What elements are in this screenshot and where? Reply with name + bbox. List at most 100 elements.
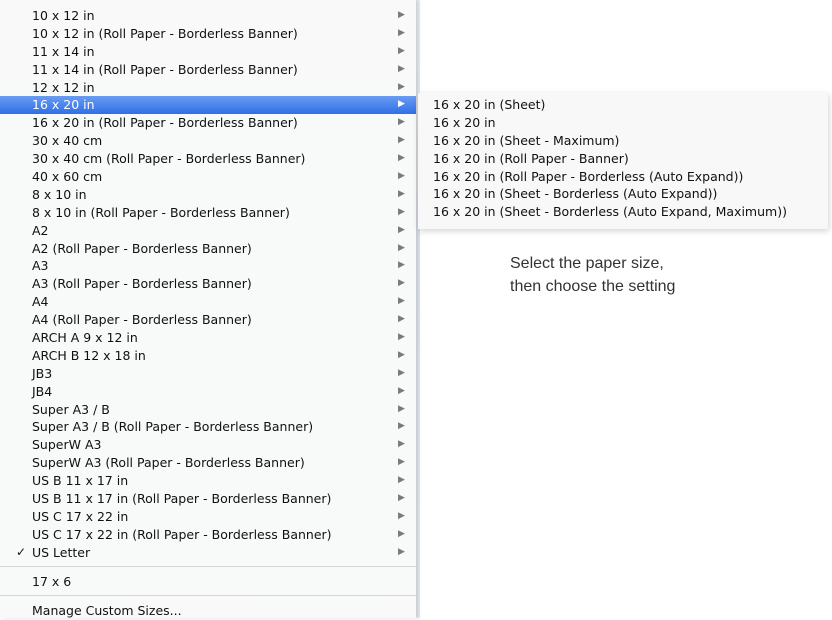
menu-item-8-x-10-in[interactable]: 8 x 10 in ▶ xyxy=(0,186,416,204)
menu-item-30-x-40-cm[interactable]: 30 x 40 cm ▶ xyxy=(0,132,416,150)
submenu-arrow-icon: ▶ xyxy=(398,188,405,199)
submenu-item-16-x-20-in[interactable]: 16 x 20 in xyxy=(418,114,828,132)
menu-separator xyxy=(0,594,416,596)
menu-item-label: 10 x 12 in (Roll Paper - Borderless Bann… xyxy=(32,25,298,41)
menu-item-a4[interactable]: A4 ▶ xyxy=(0,293,416,311)
instruction-caption: Select the paper size, then choose the s… xyxy=(510,252,675,298)
submenu-arrow-icon: ▶ xyxy=(398,457,405,468)
menu-item-a3-roll-paper-borderless-banner[interactable]: A3 (Roll Paper - Borderless Banner) ▶ xyxy=(0,275,416,293)
menu-item-label: 16 x 20 in xyxy=(32,97,95,113)
menu-item-jb4[interactable]: JB4 ▶ xyxy=(0,383,416,401)
submenu-arrow-icon: ▶ xyxy=(398,296,405,307)
menu-item-label: A2 xyxy=(32,222,49,238)
menu-item-us-letter[interactable]: ✓ US Letter ▶ xyxy=(0,544,416,562)
submenu-arrow-icon: ▶ xyxy=(398,206,405,217)
menu-item-arch-b-12-x-18-in[interactable]: ARCH B 12 x 18 in ▶ xyxy=(0,347,416,365)
paper-setting-submenu: 16 x 20 in (Sheet) 16 x 20 in 16 x 20 in (… xyxy=(418,93,828,229)
menu-item-label: Manage Custom Sizes... xyxy=(32,602,182,618)
paper-setting-list: 16 x 20 in (Sheet) 16 x 20 in 16 x 20 in (… xyxy=(418,93,828,221)
menu-item-label: 12 x 12 in xyxy=(32,79,95,95)
menu-item-super-a3-b[interactable]: Super A3 / B ▶ xyxy=(0,401,416,419)
paper-size-list: 10 x 12 in ▶ 10 x 12 in (Roll Paper - Bord… xyxy=(0,7,416,620)
menu-item-superw-a3-roll-paper-borderless-banner[interactable]: SuperW A3 (Roll Paper - Borderless Banne… xyxy=(0,454,416,472)
menu-item-us-c-17-x-22-in[interactable]: US C 17 x 22 in ▶ xyxy=(0,508,416,526)
submenu-item-16-x-20-in-sheet-maximum[interactable]: 16 x 20 in (Sheet - Maximum) xyxy=(418,132,828,150)
submenu-arrow-icon: ▶ xyxy=(398,367,405,378)
menu-item-label: A4 xyxy=(32,294,49,310)
menu-item-label: A3 (Roll Paper - Borderless Banner) xyxy=(32,276,252,292)
menu-item-super-a3-b-roll-paper-borderless-banner[interactable]: Super A3 / B (Roll Paper - Borderless Ba… xyxy=(0,418,416,436)
menu-item-label: US C 17 x 22 in (Roll Paper - Borderless… xyxy=(32,526,332,542)
submenu-arrow-icon: ▶ xyxy=(398,314,405,325)
menu-item-label: SuperW A3 (Roll Paper - Borderless Banne… xyxy=(32,455,305,471)
menu-item-superw-a3[interactable]: SuperW A3 ▶ xyxy=(0,436,416,454)
menu-item-a2[interactable]: A2 ▶ xyxy=(0,222,416,240)
submenu-arrow-icon: ▶ xyxy=(398,135,405,146)
menu-item-label: SuperW A3 xyxy=(32,437,102,453)
menu-item-17-x-6[interactable]: 17 x 6 xyxy=(0,572,416,591)
submenu-arrow-icon: ▶ xyxy=(398,10,405,20)
menu-item-10-x-12-in[interactable]: 10 x 12 in ▶ xyxy=(0,7,416,25)
menu-item-jb3[interactable]: JB3 ▶ xyxy=(0,365,416,383)
submenu-arrow-icon: ▶ xyxy=(398,99,405,110)
caption-line-2: then choose the setting xyxy=(510,278,676,295)
submenu-arrow-icon: ▶ xyxy=(398,332,405,343)
menu-item-label: 11 x 14 in xyxy=(32,43,95,59)
submenu-arrow-icon: ▶ xyxy=(398,278,405,289)
submenu-arrow-icon: ▶ xyxy=(398,546,405,557)
menu-item-label: 40 x 60 cm xyxy=(32,169,103,185)
submenu-arrow-icon: ▶ xyxy=(398,439,405,450)
checkmark-icon: ✓ xyxy=(16,544,27,559)
menu-item-11-x-14-in-roll-paper-borderless-banner[interactable]: 11 x 14 in (Roll Paper - Borderless Bann… xyxy=(0,61,416,79)
menu-item-label: ARCH A 9 x 12 in xyxy=(32,330,138,346)
menu-item-label: US B 11 x 17 in xyxy=(32,473,129,489)
menu-item-16-x-20-in[interactable]: 16 x 20 in ▶ xyxy=(0,96,416,115)
menu-item-10-x-12-in-roll-paper-borderless-banner[interactable]: 10 x 12 in (Roll Paper - Borderless Bann… xyxy=(0,25,416,43)
submenu-item-16-x-20-in-sheet-borderless-auto-expand-maximum[interactable]: 16 x 20 in (Sheet - Borderless (Auto Exp… xyxy=(418,203,828,221)
submenu-arrow-icon: ▶ xyxy=(398,224,405,235)
menu-item-label: 10 x 12 in xyxy=(32,8,95,23)
menu-item-12-x-12-in[interactable]: 12 x 12 in ▶ xyxy=(0,79,416,97)
paper-size-menu: 10 x 12 in ▶ 10 x 12 in (Roll Paper - Bord… xyxy=(0,0,416,618)
menu-item-30-x-40-cm-roll-paper-borderless-banner[interactable]: 30 x 40 cm (Roll Paper - Borderless Bann… xyxy=(0,150,416,168)
menu-item-label: 8 x 10 in (Roll Paper - Borderless Banne… xyxy=(32,204,290,220)
submenu-arrow-icon: ▶ xyxy=(398,45,405,56)
submenu-item-16-x-20-in-roll-paper-banner[interactable]: 16 x 20 in (Roll Paper - Banner) xyxy=(418,150,828,168)
menu-item-label: 17 x 6 xyxy=(32,573,72,589)
menu-item-8-x-10-in-roll-paper-borderless-banner[interactable]: 8 x 10 in (Roll Paper - Borderless Banne… xyxy=(0,204,416,222)
menu-item-manage-custom-sizes[interactable]: Manage Custom Sizes... xyxy=(0,601,416,620)
menu-item-40-x-60-cm[interactable]: 40 x 60 cm ▶ xyxy=(0,168,416,186)
submenu-arrow-icon: ▶ xyxy=(398,510,405,521)
menu-item-us-b-11-x-17-in[interactable]: US B 11 x 17 in ▶ xyxy=(0,472,416,490)
submenu-arrow-icon: ▶ xyxy=(398,242,405,253)
submenu-item-16-x-20-in-sheet[interactable]: 16 x 20 in (Sheet) xyxy=(418,96,828,114)
menu-item-label: Super A3 / B (Roll Paper - Borderless Ba… xyxy=(32,419,314,435)
menu-item-a2-roll-paper-borderless-banner[interactable]: A2 (Roll Paper - Borderless Banner) ▶ xyxy=(0,240,416,258)
menu-item-label: 16 x 20 in (Roll Paper - Borderless Bann… xyxy=(32,115,298,131)
submenu-item-16-x-20-in-roll-paper-borderless-auto-expand[interactable]: 16 x 20 in (Roll Paper - Borderless (Aut… xyxy=(418,168,828,186)
menu-item-label: A2 (Roll Paper - Borderless Banner) xyxy=(32,240,252,256)
menu-item-label: A4 (Roll Paper - Borderless Banner) xyxy=(32,312,252,328)
menu-item-arch-a-9-x-12-in[interactable]: ARCH A 9 x 12 in ▶ xyxy=(0,329,416,347)
menu-item-16-x-20-in-roll-paper-borderless-banner[interactable]: 16 x 20 in (Roll Paper - Borderless Bann… xyxy=(0,114,416,132)
submenu-arrow-icon: ▶ xyxy=(398,528,405,539)
menu-item-a4-roll-paper-borderless-banner[interactable]: A4 (Roll Paper - Borderless Banner) ▶ xyxy=(0,311,416,329)
menu-item-label: US C 17 x 22 in xyxy=(32,508,129,524)
submenu-arrow-icon: ▶ xyxy=(398,475,405,486)
menu-item-us-c-17-x-22-in-roll-paper-borderless-banner[interactable]: US C 17 x 22 in (Roll Paper - Borderless… xyxy=(0,526,416,544)
menu-item-label: 30 x 40 cm xyxy=(32,133,103,149)
submenu-arrow-icon: ▶ xyxy=(398,171,405,182)
submenu-arrow-icon: ▶ xyxy=(398,421,405,432)
submenu-item-16-x-20-in-sheet-borderless-auto-expand[interactable]: 16 x 20 in (Sheet - Borderless (Auto Exp… xyxy=(418,185,828,203)
submenu-arrow-icon: ▶ xyxy=(398,153,405,164)
menu-item-label: ARCH B 12 x 18 in xyxy=(32,347,146,363)
caption-line-1: Select the paper size, xyxy=(510,255,664,272)
menu-item-a3[interactable]: A3 ▶ xyxy=(0,257,416,275)
submenu-arrow-icon: ▶ xyxy=(398,63,405,74)
menu-item-us-b-11-x-17-in-roll-paper-borderless-banner[interactable]: US B 11 x 17 in (Roll Paper - Borderless… xyxy=(0,490,416,508)
menu-item-label: US Letter xyxy=(32,544,91,560)
menu-item-11-x-14-in[interactable]: 11 x 14 in ▶ xyxy=(0,43,416,61)
submenu-arrow-icon: ▶ xyxy=(398,493,405,504)
submenu-arrow-icon: ▶ xyxy=(398,27,405,38)
submenu-arrow-icon: ▶ xyxy=(398,403,405,414)
